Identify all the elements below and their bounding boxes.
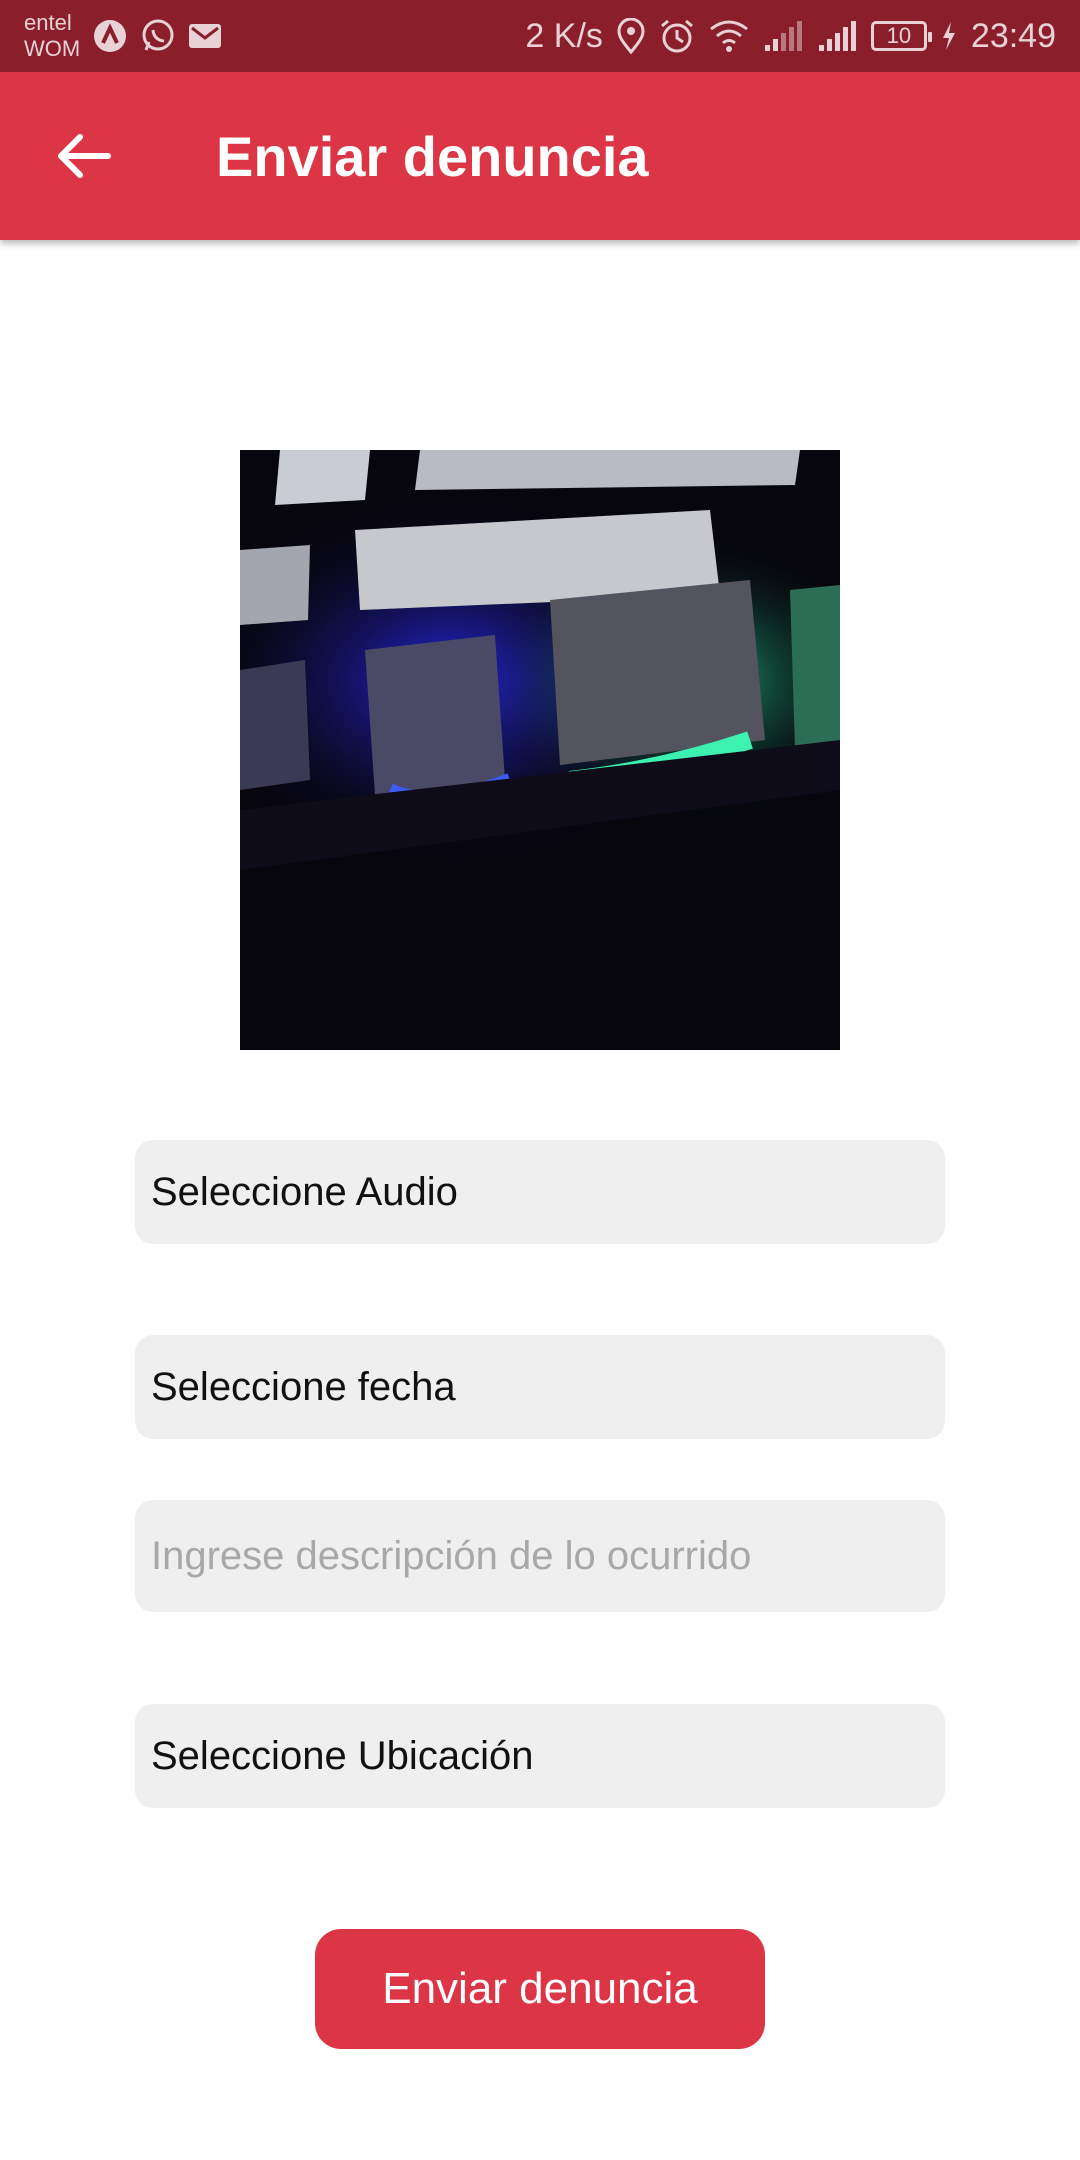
- keyboard-photo: [240, 450, 840, 1050]
- carrier-2: WOM: [24, 36, 81, 61]
- select-date-field[interactable]: Seleccione fecha: [135, 1335, 945, 1439]
- select-location-field[interactable]: Seleccione Ubicación: [135, 1704, 945, 1808]
- page-title: Enviar denuncia: [216, 125, 649, 188]
- alarm-icon: [659, 18, 695, 54]
- back-button[interactable]: [40, 112, 128, 200]
- image-preview[interactable]: [240, 450, 840, 1050]
- charging-icon: [941, 21, 957, 51]
- app-icon: [92, 18, 128, 54]
- carrier-1: entel: [24, 10, 72, 35]
- clock: 23:49: [970, 16, 1056, 55]
- network-speed: 2 K/s: [525, 16, 603, 55]
- battery-icon: 10: [870, 21, 932, 51]
- signal-icon: [763, 19, 803, 53]
- select-audio-field[interactable]: Seleccione Audio: [135, 1140, 945, 1244]
- location-icon: [617, 18, 645, 54]
- status-left: entel WOM: [24, 10, 222, 62]
- gmail-icon: [188, 21, 222, 51]
- wifi-icon: [709, 19, 749, 53]
- app-bar: Enviar denuncia: [0, 72, 1080, 240]
- status-bar: entel WOM 2 K/s 10 23:49: [0, 0, 1080, 72]
- signal-icon: [817, 19, 857, 53]
- submit-button[interactable]: Enviar denuncia: [315, 1929, 765, 2049]
- arrow-left-icon: [58, 134, 111, 178]
- status-right: 2 K/s 10 23:49: [525, 17, 1056, 56]
- carriers: entel WOM: [24, 10, 80, 62]
- whatsapp-icon: [140, 18, 176, 54]
- description-input[interactable]: Ingrese descripción de lo ocurrido: [135, 1500, 945, 1612]
